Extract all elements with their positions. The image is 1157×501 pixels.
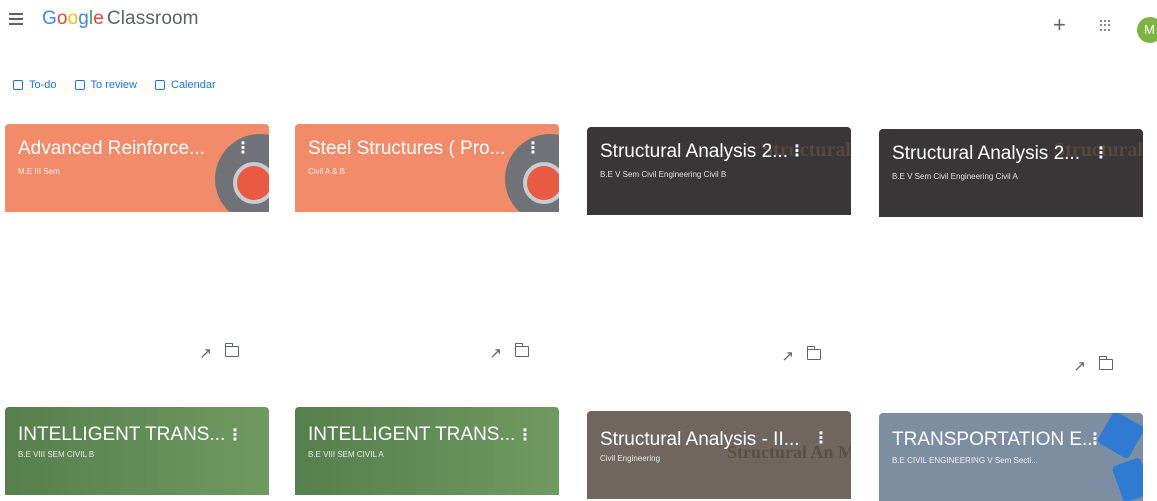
trending-icon[interactable]: ↗ [1073,357,1086,375]
card-actions: ↗ [879,356,1143,377]
calendar-icon [155,80,165,90]
class-card[interactable]: INTELLIGENT TRANS... B.E VIII SEM CIVIL … [5,407,269,495]
more-options-icon[interactable]: ⋮ [1087,429,1103,449]
app-logo[interactable]: Google Classroom [42,8,199,30]
class-section: B.E V Sem Civil Engineering Civil B [600,170,727,179]
checklist-icon [13,80,23,90]
class-card-header[interactable]: INTELLIGENT TRANS... B.E VIII SEM CIVIL … [295,407,559,495]
class-title[interactable]: Structural Analysis 2... [892,143,1080,165]
more-options-icon[interactable]: ⋮ [813,428,829,448]
folder-icon[interactable] [1098,356,1113,370]
hamburger-menu-icon[interactable] [9,13,23,25]
more-options-icon[interactable]: ⋮ [227,425,243,445]
class-section: Civil A & B [308,167,345,176]
class-card[interactable]: Advanced Reinforce... M.E III Sem ⋮ ↗ [5,124,269,362]
account-avatar[interactable]: M [1137,17,1157,43]
folder-icon[interactable] [806,346,821,360]
class-card[interactable]: Steel Structures ( Pro... Civil A & B ⋮ … [295,124,559,362]
trending-icon[interactable]: ↗ [781,347,794,365]
class-card-header[interactable]: Structural An Mohd Na Structural Analysi… [587,411,851,499]
class-title[interactable]: Advanced Reinforce... [18,138,205,160]
card-actions: ↗ [295,343,559,364]
class-card[interactable]: Structural Mohd N Structural Analysis 2.… [587,127,851,365]
google-apps-icon[interactable] [1100,20,1112,32]
class-section: B.E VIII SEM CIVIL B [18,450,95,459]
more-options-icon[interactable]: ⋮ [789,141,805,161]
class-title[interactable]: INTELLIGENT TRANS... [18,424,225,446]
class-card-header[interactable]: TRANSPORTATION E... B.E CIVIL ENGINEERIN… [879,413,1143,501]
more-options-icon[interactable]: ⋮ [525,138,541,158]
class-card-header[interactable]: INTELLIGENT TRANS... B.E VIII SEM CIVIL … [5,407,269,495]
class-card-header[interactable]: Structural Mohd N Structural Analysis 2.… [879,129,1143,217]
class-section: B.E CIVIL ENGINEERING V Sem Secti... [892,456,1038,465]
header-illustration [1096,413,1143,460]
class-card-header[interactable]: Structural Mohd N Structural Analysis 2.… [587,127,851,215]
class-card[interactable]: TRANSPORTATION E... B.E CIVIL ENGINEERIN… [879,413,1143,501]
more-options-icon[interactable]: ⋮ [1093,143,1109,163]
calendar-link[interactable]: Calendar [155,79,216,91]
class-section: Civil Engineering [600,454,661,463]
class-title[interactable]: Structural Analysis 2... [600,141,788,163]
class-card[interactable]: Structural An Mohd Na Structural Analysi… [587,411,851,499]
card-actions: ↗ [587,346,851,367]
class-title[interactable]: INTELLIGENT TRANS... [308,424,515,446]
class-card[interactable]: Structural Mohd N Structural Analysis 2.… [879,129,1143,375]
add-class-plus-icon[interactable]: + [1053,14,1066,36]
class-title[interactable]: TRANSPORTATION E... [892,429,1098,451]
trending-icon[interactable]: ↗ [489,344,502,362]
class-section: B.E VIII SEM CIVIL A [308,450,384,459]
more-options-icon[interactable]: ⋮ [517,425,533,445]
folder-icon[interactable] [514,343,529,357]
folder-icon[interactable] [224,343,239,357]
class-card-header[interactable]: Steel Structures ( Pro... Civil A & B ⋮ [295,124,559,212]
product-name: Classroom [106,8,199,29]
class-section: M.E III Sem [18,167,60,176]
class-card[interactable]: INTELLIGENT TRANS... B.E VIII SEM CIVIL … [295,407,559,495]
secondary-nav: To-do To review Calendar [13,79,216,91]
class-title[interactable]: Structural Analysis - II... [600,429,800,451]
class-card-header[interactable]: Advanced Reinforce... M.E III Sem ⋮ [5,124,269,212]
class-title[interactable]: Steel Structures ( Pro... [308,138,505,160]
to-review-link[interactable]: To review [74,79,137,91]
card-actions: ↗ [5,343,269,364]
top-app-bar: Google Classroom + M [0,0,1157,48]
review-icon [74,80,85,90]
more-options-icon[interactable]: ⋮ [235,138,251,158]
class-section: B.E V Sem Civil Engineering Civil A [892,172,1018,181]
todo-link[interactable]: To-do [13,79,57,91]
trending-icon[interactable]: ↗ [199,344,212,362]
